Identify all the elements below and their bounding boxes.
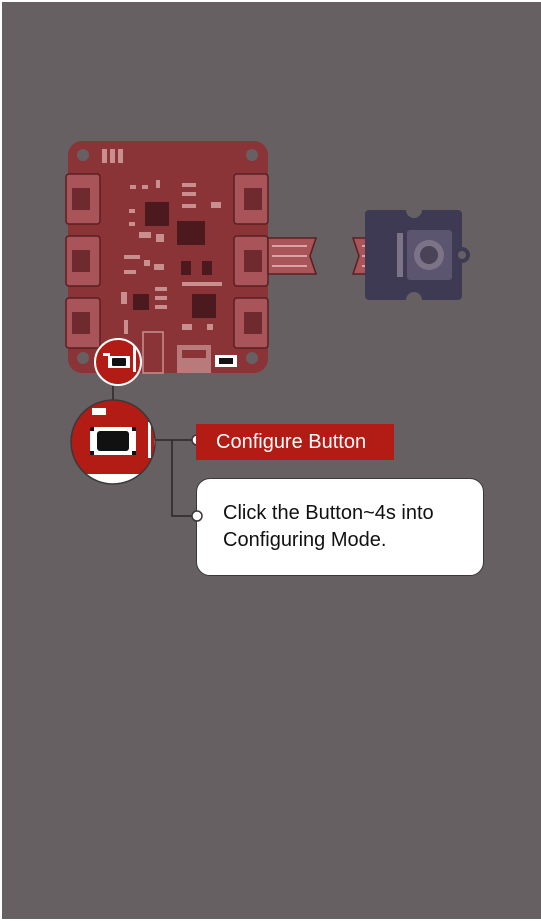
tutorial-screen: Configure Button Click the Button~4s int… <box>2 2 541 919</box>
instruction-line-2: Configuring Mode. <box>223 529 387 551</box>
highlight-circle-icon <box>94 338 142 386</box>
configure-button-label: Configure Button <box>196 424 394 460</box>
button-module-icon <box>365 202 470 308</box>
instruction-line-1: Click the Button~4s into <box>223 502 434 524</box>
circuit-board-icon <box>65 141 269 374</box>
instruction-callout: Click the Button~4s into Configuring Mod… <box>196 478 484 576</box>
callout-connector-line <box>171 440 194 517</box>
configure-button-label-text: Configure Button <box>216 431 367 453</box>
magnifier-zoom-icon <box>70 399 156 485</box>
hardware-illustration <box>65 141 470 517</box>
